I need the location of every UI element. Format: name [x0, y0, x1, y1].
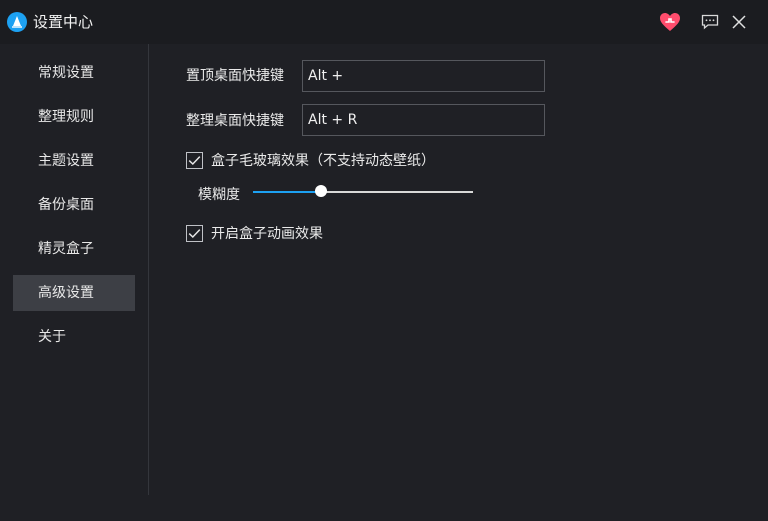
sidebar-item-advanced[interactable]: 高级设置 — [13, 275, 135, 311]
frosted-glass-checkbox[interactable] — [186, 151, 203, 169]
close-icon — [732, 15, 746, 29]
heart-icon — [660, 13, 680, 31]
organize-hotkey-label: 整理桌面快捷键 — [186, 113, 284, 129]
chat-bubble-icon — [701, 14, 719, 30]
favorite-button[interactable] — [658, 10, 682, 34]
sidebar: 常规设置 整理规则 主题设置 备份桌面 精灵盒子 高级设置 关于 — [0, 44, 149, 495]
sidebar-item-general[interactable]: 常规设置 — [13, 55, 135, 91]
slider-thumb[interactable] — [315, 185, 328, 197]
blur-label: 模糊度 — [198, 187, 240, 203]
frosted-glass-label: 盒子毛玻璃效果（不支持动态壁纸） — [211, 153, 435, 169]
sidebar-item-sprite-box[interactable]: 精灵盒子 — [13, 231, 135, 267]
sidebar-item-backup[interactable]: 备份桌面 — [13, 187, 135, 223]
slider-fill — [253, 191, 322, 193]
box-animation-checkbox[interactable] — [186, 224, 203, 242]
sidebar-item-about[interactable]: 关于 — [13, 319, 135, 355]
organize-hotkey-input[interactable] — [302, 104, 545, 136]
pin-hotkey-input[interactable] — [302, 60, 545, 92]
sidebar-item-theme[interactable]: 主题设置 — [13, 143, 135, 179]
frosted-glass-toggle[interactable]: 盒子毛玻璃效果（不支持动态壁纸） — [186, 150, 435, 170]
pin-hotkey-label: 置顶桌面快捷键 — [186, 68, 284, 84]
checkmark-icon — [188, 155, 201, 165]
blur-slider[interactable] — [253, 184, 473, 200]
sidebar-item-rules[interactable]: 整理规则 — [13, 99, 135, 135]
window-title: 设置中心 — [33, 13, 94, 31]
advanced-settings-panel: 置顶桌面快捷键 整理桌面快捷键 盒子毛玻璃效果（不支持动态壁纸） 模糊度 开启盒… — [149, 44, 768, 521]
feedback-button[interactable] — [698, 10, 722, 34]
box-animation-toggle[interactable]: 开启盒子动画效果 — [186, 223, 323, 243]
title-bar: 设置中心 — [0, 0, 768, 44]
app-logo-icon — [7, 12, 27, 32]
checkmark-icon — [188, 228, 201, 238]
close-button[interactable] — [727, 10, 751, 34]
box-animation-label: 开启盒子动画效果 — [211, 226, 323, 242]
